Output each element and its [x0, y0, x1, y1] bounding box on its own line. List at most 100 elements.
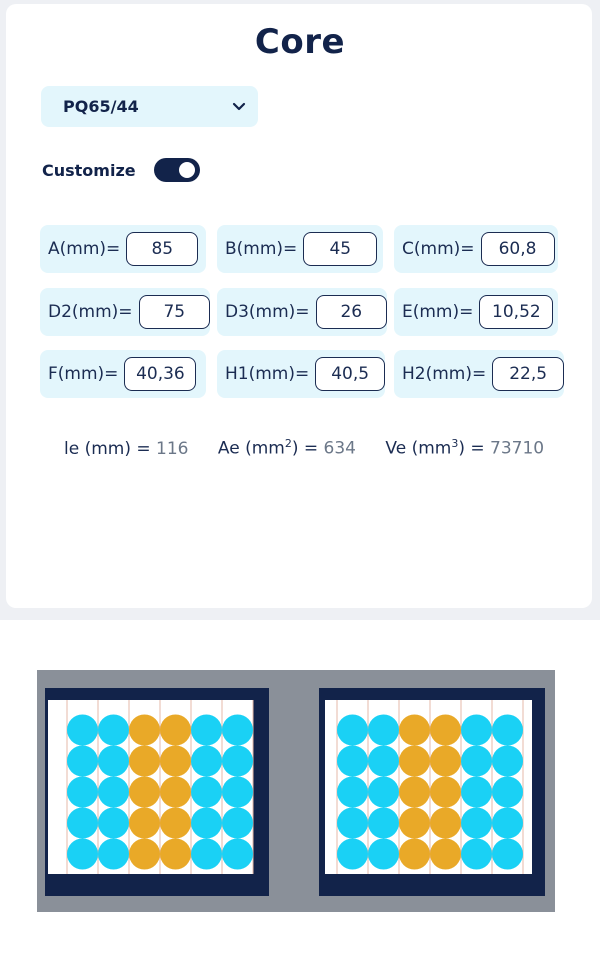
core-metrics: le (mm) = 116 Ae (mm2) = 634 Ve (mm3) = …	[64, 437, 568, 459]
dim-h1-input[interactable]: 40,5	[315, 357, 385, 391]
winding-conductor	[337, 776, 368, 808]
core-select[interactable]: PQ65/44	[41, 86, 258, 127]
customize-toggle[interactable]	[153, 158, 200, 182]
winding-conductor	[129, 745, 160, 777]
winding-conductor	[461, 776, 492, 808]
winding-conductor	[222, 807, 253, 839]
ae-unit-exponent: 2	[284, 437, 292, 450]
winding-conductor	[129, 776, 160, 808]
ae-metric: Ae (mm2) = 634	[218, 437, 356, 459]
winding-conductor	[492, 838, 523, 870]
dim-c-input[interactable]: 60,8	[480, 232, 555, 266]
winding-conductor	[461, 838, 492, 870]
winding-conductor	[492, 714, 523, 746]
winding-conductor	[368, 745, 399, 777]
winding-conductor	[492, 807, 523, 839]
dim-a-input[interactable]: 85	[126, 232, 199, 266]
winding-conductor	[430, 714, 461, 746]
winding-conductor	[430, 807, 461, 839]
chevron-down-icon	[232, 102, 246, 110]
dim-f-cell: F(mm)= 40,36	[40, 350, 206, 398]
dim-d3-input[interactable]: 26	[315, 295, 387, 329]
dim-b-label: B(mm)=	[225, 239, 298, 259]
winding-conductor	[399, 714, 430, 746]
dim-b-input[interactable]: 45	[303, 232, 378, 266]
page-title: Core	[254, 22, 346, 62]
winding-conductor	[492, 745, 523, 777]
winding-conductor	[129, 807, 160, 839]
dim-c-label: C(mm)=	[402, 239, 475, 259]
winding-conductor	[191, 838, 222, 870]
winding-conductor	[98, 745, 129, 777]
winding-conductor	[430, 745, 461, 777]
winding-conductor	[337, 838, 368, 870]
winding-conductor	[222, 745, 253, 777]
le-metric: le (mm) = 116	[64, 439, 188, 459]
winding-conductor	[67, 807, 98, 839]
winding-conductor	[160, 838, 191, 870]
winding-conductor	[337, 745, 368, 777]
winding-conductor	[191, 714, 222, 746]
winding-conductor	[129, 714, 160, 746]
le-value: 116	[156, 438, 189, 459]
ve-label: Ve (mm	[385, 438, 452, 459]
winding-conductor	[461, 714, 492, 746]
winding-conductor	[67, 714, 98, 746]
winding-conductor	[399, 838, 430, 870]
dim-d2-label: D2(mm)=	[48, 302, 133, 322]
dim-h1-label: H1(mm)=	[225, 364, 310, 384]
winding-conductor	[129, 838, 160, 870]
winding-conductor	[98, 776, 129, 808]
winding-conductor	[191, 745, 222, 777]
winding-conductor	[337, 807, 368, 839]
dim-h1-cell: H1(mm)= 40,5	[217, 350, 385, 398]
core-cross-section-diagram	[37, 670, 555, 912]
winding-conductor	[98, 807, 129, 839]
dim-h2-cell: H2(mm)= 22,5	[394, 350, 564, 398]
winding-conductor	[222, 714, 253, 746]
winding-conductor	[337, 714, 368, 746]
winding-conductor	[399, 745, 430, 777]
winding-conductor	[160, 776, 191, 808]
left-winding-window	[45, 688, 269, 896]
winding-conductor	[160, 745, 191, 777]
winding-conductor	[160, 807, 191, 839]
winding-conductor	[399, 776, 430, 808]
customize-label: Customize	[42, 160, 136, 180]
right-winding-window	[319, 688, 545, 896]
dim-c-cell: C(mm)= 60,8	[394, 225, 558, 273]
winding-conductor	[191, 776, 222, 808]
customize-row: Customize	[42, 158, 200, 182]
dim-f-label: F(mm)=	[48, 364, 119, 384]
winding-conductor	[222, 776, 253, 808]
dim-e-input[interactable]: 10,52	[479, 295, 554, 329]
winding-conductor	[430, 776, 461, 808]
ve-metric: Ve (mm3) = 73710	[385, 437, 544, 459]
winding-conductor	[461, 745, 492, 777]
winding-conductor	[160, 714, 191, 746]
right-winding	[336, 700, 524, 874]
ae-value: 634	[323, 438, 356, 459]
dim-e-label: E(mm)=	[402, 302, 474, 322]
ae-label: Ae (mm	[217, 438, 285, 459]
winding-conductor	[67, 745, 98, 777]
ve-label-end: ) =	[458, 438, 485, 459]
winding-conductor	[368, 838, 399, 870]
dim-f-input[interactable]: 40,36	[124, 357, 197, 391]
ve-value: 73710	[490, 438, 545, 459]
ae-label-end: ) =	[291, 438, 319, 459]
winding-conductor	[222, 838, 253, 870]
winding-conductor	[98, 838, 129, 870]
winding-conductor	[368, 776, 399, 808]
dim-b-cell: B(mm)= 45	[217, 225, 383, 273]
winding-conductor	[430, 838, 461, 870]
dim-a-cell: A(mm)= 85	[40, 225, 206, 273]
dim-e-cell: E(mm)= 10,52	[394, 288, 558, 336]
dim-h2-input[interactable]: 22,5	[492, 357, 564, 391]
toggle-knob	[178, 162, 195, 178]
le-label: le (mm) =	[64, 438, 151, 459]
dim-d2-input[interactable]: 75	[138, 295, 210, 329]
dim-h2-label: H2(mm)=	[402, 364, 487, 384]
dim-d2-cell: D2(mm)= 75	[40, 288, 210, 336]
winding-conductor	[67, 838, 98, 870]
